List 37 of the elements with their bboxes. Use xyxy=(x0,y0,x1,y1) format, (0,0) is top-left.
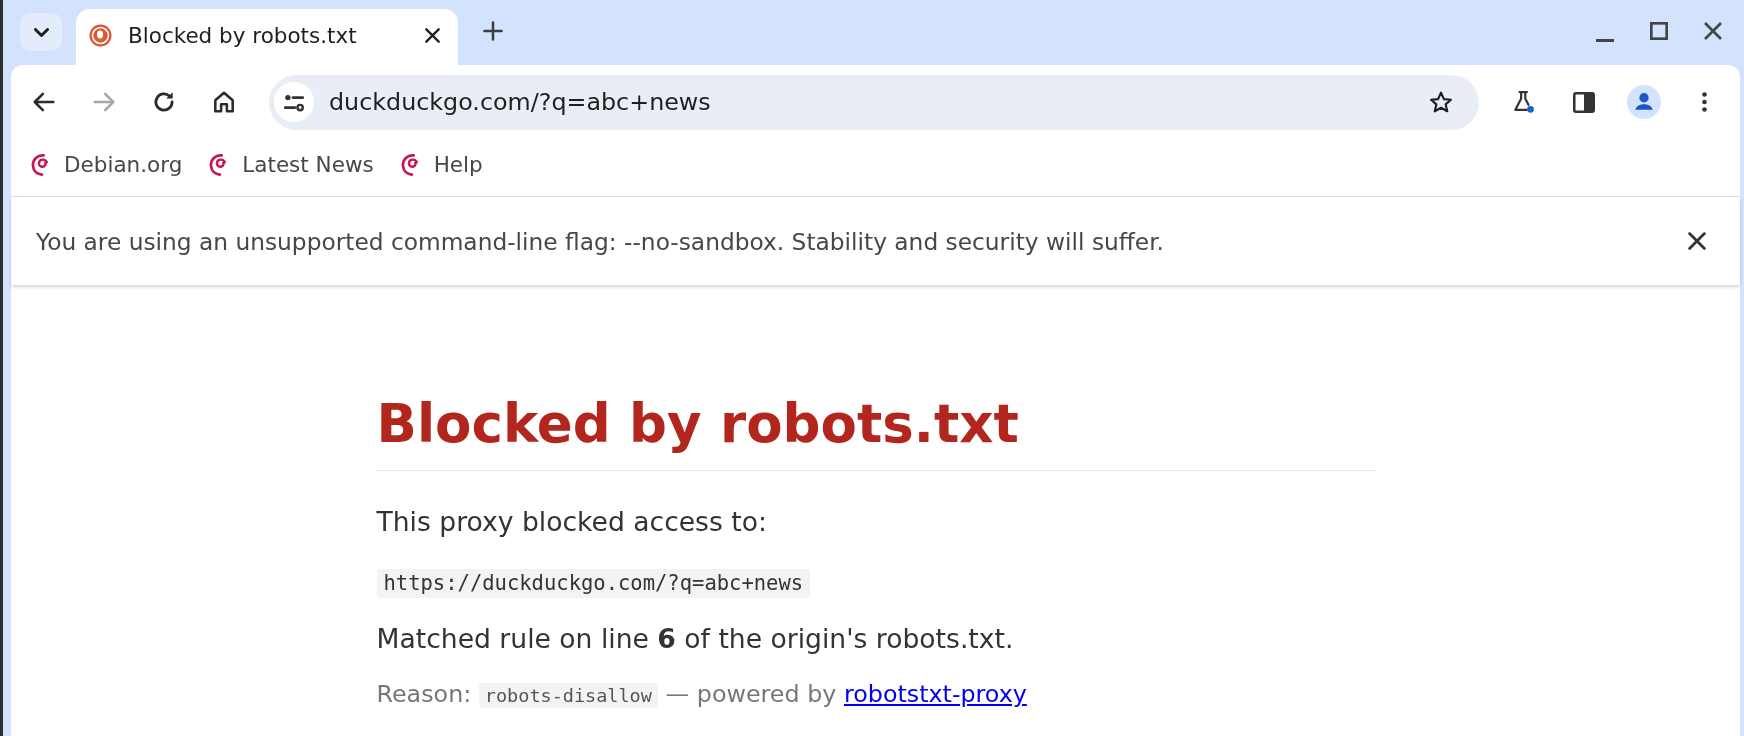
blocked-url-code: https://duckduckgo.com/?q=abc+news xyxy=(376,569,811,598)
maximize-icon xyxy=(1650,22,1668,40)
swirl-icon xyxy=(29,153,51,176)
chevron-down-icon xyxy=(33,27,49,37)
page-heading: Blocked by robots.txt xyxy=(376,392,1020,456)
proxy-link[interactable]: robotstxt-proxy xyxy=(843,680,1027,708)
bookmark-item[interactable]: Debian.org xyxy=(19,146,193,183)
tab-title: Blocked by robots.txt xyxy=(128,22,358,48)
browser-tab[interactable]: Blocked by robots.txt xyxy=(76,9,458,65)
home-icon xyxy=(213,91,235,113)
matched-rule-text: Matched rule on line 6 of the origin's robots.txt. xyxy=(376,622,1015,656)
side-panel-icon xyxy=(1573,91,1595,113)
close-icon xyxy=(1704,22,1722,40)
flask-icon xyxy=(1513,91,1535,113)
tab-search-button[interactable] xyxy=(20,13,62,51)
url-text[interactable]: duckduckgo.com/?q=abc+news xyxy=(329,88,1426,116)
kebab-menu-icon xyxy=(1701,92,1707,112)
tune-icon xyxy=(284,92,304,112)
back-arrow-icon xyxy=(33,91,55,113)
powered-by-text: — powered by xyxy=(665,680,837,708)
person-avatar-icon xyxy=(1627,85,1661,119)
intro-text: This proxy blocked access to: xyxy=(376,505,768,539)
site-info-button[interactable] xyxy=(274,82,314,122)
infobar-message: You are using an unsupported command-line flag: --no-sandbox. Stability and security will suffer. xyxy=(36,227,1165,255)
bookmark-item[interactable]: Help xyxy=(388,146,493,183)
bookmark-item[interactable]: Latest News xyxy=(197,146,384,183)
star-icon xyxy=(1430,91,1452,113)
favicon-icon xyxy=(89,23,112,47)
close-icon xyxy=(1688,232,1706,250)
plus-icon xyxy=(483,21,503,41)
reason-code: robots-disallow xyxy=(478,683,658,708)
address-bar[interactable]: duckduckgo.com/?q=abc+news xyxy=(269,74,1479,130)
close-icon xyxy=(424,27,440,43)
reload-icon xyxy=(153,91,175,113)
minimize-icon xyxy=(1596,39,1614,42)
forward-arrow-icon xyxy=(93,91,115,113)
reason-label: Reason: xyxy=(376,680,472,708)
